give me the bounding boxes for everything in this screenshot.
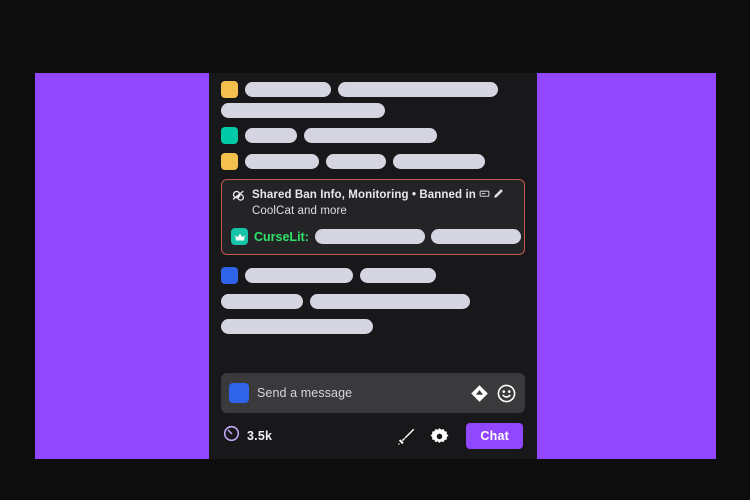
chat-message-list[interactable]: Shared Ban Info, Monitoring • Banned in … bbox=[209, 73, 537, 373]
gem-icon[interactable] bbox=[470, 384, 489, 403]
chat-badge bbox=[221, 81, 238, 98]
card-icon bbox=[479, 188, 490, 204]
flagged-header-title: Shared Ban Info, Monitoring bbox=[252, 189, 409, 201]
chat-message-row bbox=[221, 294, 525, 309]
chat-message-row bbox=[221, 153, 525, 170]
skeleton-bar bbox=[430, 229, 521, 244]
shared-ban-info-icon bbox=[231, 189, 246, 209]
skeleton-bar bbox=[245, 82, 331, 97]
crown-icon bbox=[231, 228, 248, 245]
skeleton-bar bbox=[245, 154, 319, 169]
chat-message-skeleton[interactable] bbox=[221, 81, 525, 118]
chat-badge bbox=[221, 127, 238, 144]
flagged-message-body: CurseLit: bbox=[231, 228, 521, 245]
chat-message-skeleton[interactable] bbox=[221, 127, 525, 144]
chat-panel: Shared Ban Info, Monitoring • Banned in … bbox=[209, 73, 537, 459]
chat-message-row bbox=[221, 267, 525, 284]
emote-badge-icon[interactable] bbox=[229, 383, 249, 403]
chat-message-skeleton[interactable] bbox=[221, 267, 525, 334]
flagged-header-subtitle: CoolCat and more bbox=[252, 205, 347, 217]
chat-input-placeholder[interactable]: Send a message bbox=[257, 386, 462, 400]
skeleton-bar bbox=[360, 268, 436, 283]
chat-message-row bbox=[221, 319, 525, 334]
gear-icon[interactable] bbox=[430, 427, 449, 446]
flagged-message-header: Shared Ban Info, Monitoring • Banned in … bbox=[231, 188, 515, 219]
skeleton-bar bbox=[221, 103, 385, 118]
skeleton-bar bbox=[393, 154, 485, 169]
chat-username[interactable]: CurseLit: bbox=[254, 230, 309, 244]
viewer-count-group[interactable]: 3.5k bbox=[223, 425, 272, 447]
screenshot-stage: Shared Ban Info, Monitoring • Banned in … bbox=[0, 0, 750, 500]
emoji-icon[interactable] bbox=[497, 384, 516, 403]
skeleton-bar bbox=[338, 82, 498, 97]
chat-send-button[interactable]: Chat bbox=[466, 423, 523, 449]
viewer-count-icon bbox=[223, 425, 240, 447]
chat-badge bbox=[221, 153, 238, 170]
skeleton-bar bbox=[304, 128, 437, 143]
viewer-count-label: 3.5k bbox=[247, 429, 273, 443]
chat-message-skeleton[interactable] bbox=[221, 153, 525, 170]
flagged-header-separator: • bbox=[408, 189, 420, 201]
skeleton-bar bbox=[314, 229, 425, 244]
skeleton-bar bbox=[221, 294, 303, 309]
chat-badge bbox=[221, 267, 238, 284]
skeleton-bar bbox=[310, 294, 470, 309]
flagged-header-status: Banned in bbox=[419, 189, 476, 201]
flagged-header-text: Shared Ban Info, Monitoring • Banned in … bbox=[252, 188, 504, 219]
skeleton-bar bbox=[245, 268, 353, 283]
sword-icon[interactable] bbox=[397, 427, 416, 446]
skeleton-bar bbox=[326, 154, 386, 169]
chat-composer[interactable]: Send a message bbox=[221, 373, 525, 413]
pen-icon[interactable] bbox=[493, 188, 504, 204]
chat-message-row bbox=[221, 81, 525, 98]
skeleton-bar bbox=[245, 128, 297, 143]
skeleton-bar bbox=[221, 319, 373, 334]
chat-message-row bbox=[221, 127, 525, 144]
chat-action-bar: 3.5k Chat bbox=[209, 413, 537, 459]
chat-message-row bbox=[221, 103, 525, 118]
flagged-message-card[interactable]: Shared Ban Info, Monitoring • Banned in … bbox=[221, 179, 525, 255]
